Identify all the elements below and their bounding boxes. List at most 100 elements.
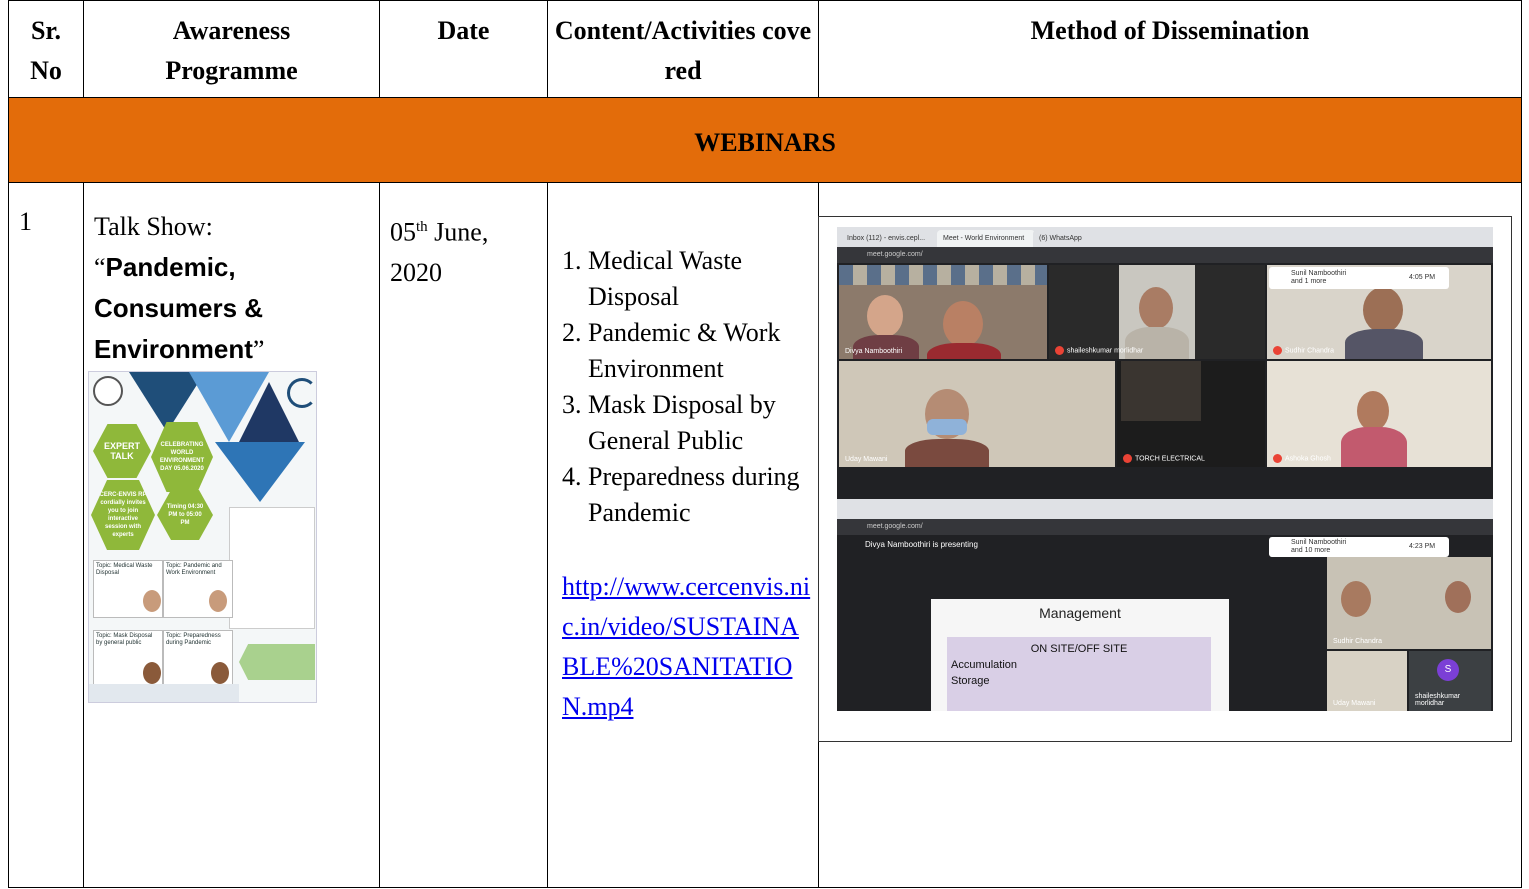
section-band-cell: WEBINARS <box>8 97 1522 183</box>
participant-name: Uday Mawani <box>845 456 888 463</box>
poster-speaker-photo <box>211 662 229 684</box>
meeting-screenshot: Inbox (112) - envis.cepl... Meet - World… <box>837 227 1493 711</box>
browser-tab: Meet - World Environment <box>937 230 1035 247</box>
slide-box: ON SITE/OFF SITE Accumulation Storage <box>947 637 1211 711</box>
programme-text: Talk Show: “Pandemic, Consumers & Enviro… <box>84 183 379 370</box>
meeting-time: 4:23 PM <box>1409 543 1436 550</box>
poster-steps-text <box>229 507 315 629</box>
content-item-1: 1. Medical Waste Disposal <box>562 246 743 311</box>
poster-speaker-photo <box>209 590 227 612</box>
section-title: WEBINARS <box>694 128 836 157</box>
programme-title: Pandemic, Consumers & Environment <box>94 252 264 364</box>
muted-mic-icon <box>1273 346 1282 355</box>
row-date-cell: 05th June, 2020 <box>379 182 548 888</box>
participant-name: Sudhir Chandra <box>1273 346 1334 355</box>
participant-face <box>1363 287 1403 333</box>
video-tile: Ashoka Ghosh <box>1267 361 1491 467</box>
meeting-time: 4:05 PM <box>1409 274 1436 281</box>
header-method-cell: Method of Dissemination <box>818 0 1522 98</box>
shared-slide: Management ON SITE/OFF SITE Accumulation… <box>931 599 1229 711</box>
date-suffix: th <box>416 219 428 235</box>
slide-subtitle: ON SITE/OFF SITE <box>1030 643 1128 655</box>
header-sr: Sr. No <box>30 16 62 85</box>
poster-triangle-bottom <box>215 442 305 502</box>
dim-room <box>1121 361 1201 421</box>
content-list: 1. Medical Waste Disposal 2. Pandemic & … <box>548 183 818 531</box>
video-tile: TORCH ELECTRICAL <box>1117 361 1265 467</box>
slide-line-2: Storage <box>951 675 990 687</box>
participant-body <box>853 335 919 359</box>
video-tile: Divya Namboothiri <box>839 265 1047 359</box>
slide-title: Management <box>1039 605 1121 621</box>
bookshelf <box>839 265 1047 285</box>
video-link[interactable]: http://www.cercenvis.nic.in/video/SUSTAI… <box>548 531 818 727</box>
participants-summary: Sunil Namboothiri and 1 more <box>1291 270 1347 285</box>
browser-tab: (6) WhatsApp <box>1033 230 1131 247</box>
avatar: S <box>1437 659 1459 681</box>
row-content-cell: 1. Medical Waste Disposal 2. Pandemic & … <box>547 182 819 888</box>
video-tile: Uday Mawani <box>839 361 1115 467</box>
event-poster-image: EXPERT TALK CELEBRATING WORLD ENVIRONMEN… <box>88 371 317 703</box>
browser-url-bar: meet.google.com/ <box>837 247 1493 263</box>
slide-line-1: Accumulation <box>951 659 1018 671</box>
header-method: Method of Dissemination <box>1030 16 1310 45</box>
muted-mic-icon <box>1273 454 1282 463</box>
header-date-cell: Date <box>379 0 548 98</box>
header-content: Content/Activities covered <box>554 16 812 85</box>
content-item-4: 4. Preparedness during Pandemic <box>562 462 800 527</box>
participant-face <box>1139 287 1173 329</box>
header-date: Date <box>437 16 490 45</box>
browser-tab: Inbox (112) - envis.cepl... <box>841 230 939 247</box>
participants-summary: Sunil Namboothiri and 10 more <box>1291 539 1347 554</box>
participant-body <box>1341 427 1407 467</box>
browser-tabbar: Inbox (112) - envis.cepl... Meet - World… <box>837 227 1493 247</box>
participant-face <box>1341 581 1371 617</box>
participant-body <box>927 343 1001 359</box>
header-programme: Awareness Programme <box>165 16 298 85</box>
programme-date: 05th June, 2020 <box>380 183 547 293</box>
muted-mic-icon <box>1123 454 1132 463</box>
video-tile: Sudhir Chandra <box>1327 557 1491 649</box>
header-sr-cell: Sr. No <box>8 0 84 98</box>
participant-face <box>943 301 983 347</box>
poster-speaker-photo <box>143 662 161 684</box>
poster-footer-badge <box>239 644 315 680</box>
poster-timing-hex: Timing 04:30 PM to 05:00 PM <box>157 490 213 540</box>
participant-name: shaileshkumar morlidhar <box>1055 346 1143 355</box>
participant-name: Ashoka Ghosh <box>1273 454 1331 463</box>
quote-open: “ <box>94 253 106 282</box>
header-row: Sr. No Awareness Programme Date Content/… <box>8 0 1522 98</box>
muted-mic-icon <box>1055 346 1064 355</box>
participant-face <box>1445 581 1471 613</box>
participant-body <box>905 439 989 467</box>
participant-name: Sudhir Chandra <box>1333 638 1383 645</box>
content-item-2: 2. Pandemic & Work Environment <box>562 318 781 383</box>
poster-expert-hex: EXPERT TALK <box>93 424 151 478</box>
participant-name: TORCH ELECTRICAL <box>1123 454 1205 463</box>
poster-bottom-strip <box>89 684 239 702</box>
poster-logo-icon <box>93 376 123 406</box>
meet-top-controls: Sunil Namboothiri and 1 more 4:05 PM <box>1269 267 1449 289</box>
content-item-3: 3. Mask Disposal by General Public <box>562 390 776 455</box>
row-sr-cell: 1 <box>8 182 84 888</box>
row-sr: 1 <box>19 207 32 236</box>
poster-invite-hex: CERC-ENVIS RP cordially invites you to j… <box>91 480 155 550</box>
header-programme-cell: Awareness Programme <box>83 0 380 98</box>
participant-face <box>867 295 903 337</box>
date-day: 05 <box>390 217 416 247</box>
quote-close: ” <box>252 335 265 364</box>
section-band: WEBINARS <box>8 97 1522 183</box>
meeting-screenshot-frame: Inbox (112) - envis.cepl... Meet - World… <box>818 216 1512 742</box>
programme-prefix: Talk Show: <box>94 212 213 241</box>
participant-name: Uday Mawani <box>1333 700 1376 707</box>
browser-tabbar-2 <box>837 499 1493 519</box>
participant-name: Divya Namboothiri <box>845 348 903 355</box>
participant-face <box>1357 391 1389 431</box>
video-tile: Uday Mawani <box>1327 651 1407 711</box>
poster-speaker-photo <box>143 590 161 612</box>
cerc-logo-icon <box>287 378 316 408</box>
browser-url-bar-2: meet.google.com/ <box>837 519 1493 535</box>
participant-body <box>1345 329 1423 359</box>
meet-top-controls-2: Sunil Namboothiri and 10 more 4:23 PM <box>1269 537 1449 557</box>
participant-name: shaileshkumar morlidhar <box>1415 693 1461 707</box>
